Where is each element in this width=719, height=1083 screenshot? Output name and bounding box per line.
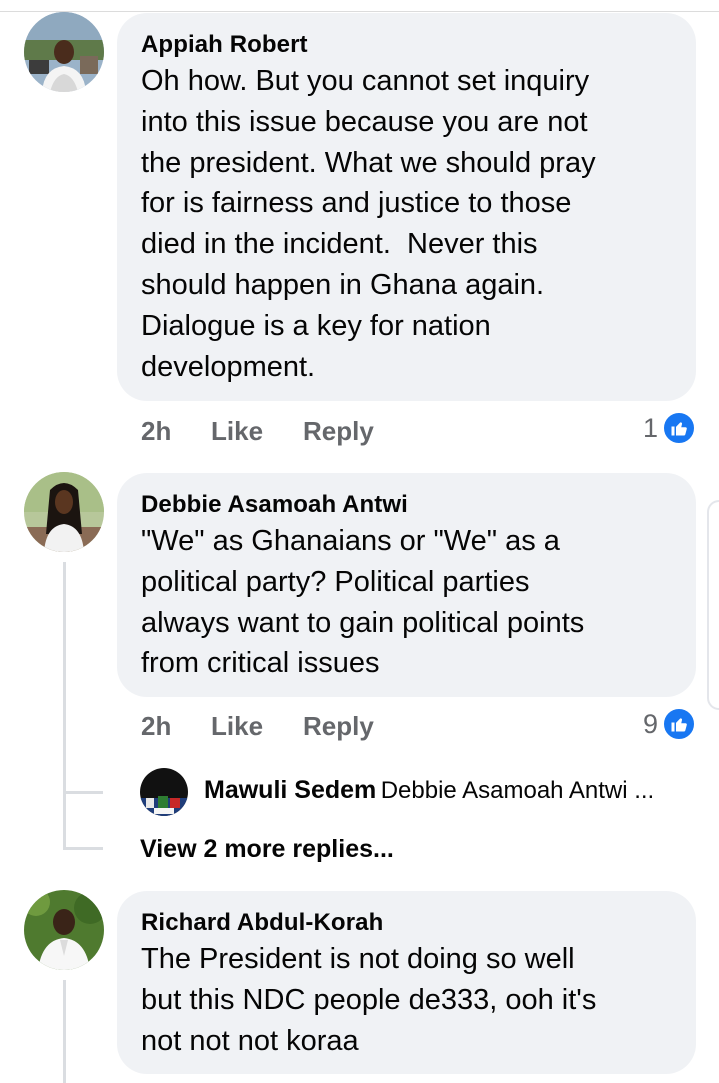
reaction-summary[interactable]: 9	[600, 707, 696, 741]
like-button[interactable]: Like	[211, 708, 263, 744]
side-panel-edge	[707, 500, 719, 710]
comment-bubble: Richard Abdul-Korah The President is not…	[117, 891, 696, 1074]
comment-bubble: Debbie Asamoah Antwi "We" as Ghanaians o…	[117, 473, 696, 697]
thread-connector	[63, 791, 103, 794]
view-more-replies-link[interactable]: View 2 more replies...	[140, 833, 394, 865]
comment-author[interactable]: Richard Abdul-Korah	[141, 907, 672, 939]
comment-actions: 2h Like Reply	[141, 413, 441, 449]
reply-preview[interactable]: Mawuli Sedem Debbie Asamoah Antwi ...	[204, 776, 704, 822]
like-icon	[662, 707, 696, 741]
comment-author[interactable]: Debbie Asamoah Antwi	[141, 489, 672, 521]
comment-timestamp[interactable]: 2h	[141, 413, 171, 449]
comment-text: The President is not doing so well but t…	[141, 943, 597, 1057]
thread-line	[63, 980, 66, 1083]
comment-bubble: Appiah Robert Oh how. But you cannot set…	[117, 13, 696, 401]
reaction-summary[interactable]: 1	[600, 411, 696, 445]
reply-author[interactable]: Mawuli Sedem	[204, 776, 376, 804]
avatar-richard-abdul-korah[interactable]	[24, 890, 104, 970]
reaction-count: 1	[642, 413, 658, 443]
thread-line	[63, 562, 66, 848]
comment-timestamp[interactable]: 2h	[141, 708, 171, 744]
avatar-mawuli-sedem[interactable]	[140, 768, 188, 816]
reply-button[interactable]: Reply	[303, 413, 374, 449]
comment-actions: 2h Like Reply	[141, 708, 441, 744]
like-button[interactable]: Like	[211, 413, 263, 449]
comment-author[interactable]: Appiah Robert	[141, 29, 672, 61]
reply-text: Debbie Asamoah Antwi ...	[380, 777, 655, 804]
like-icon	[662, 411, 696, 445]
comment-text: Oh how. But you cannot set inquiry into …	[141, 65, 596, 383]
reply-button[interactable]: Reply	[303, 708, 374, 744]
reaction-count: 9	[642, 709, 658, 739]
thread-connector	[63, 847, 103, 850]
avatar-appiah-robert[interactable]	[24, 12, 104, 92]
top-divider	[0, 11, 719, 12]
avatar-debbie-asamoah-antwi[interactable]	[24, 472, 104, 552]
comment-text: "We" as Ghanaians or "We" as a political…	[141, 525, 585, 680]
